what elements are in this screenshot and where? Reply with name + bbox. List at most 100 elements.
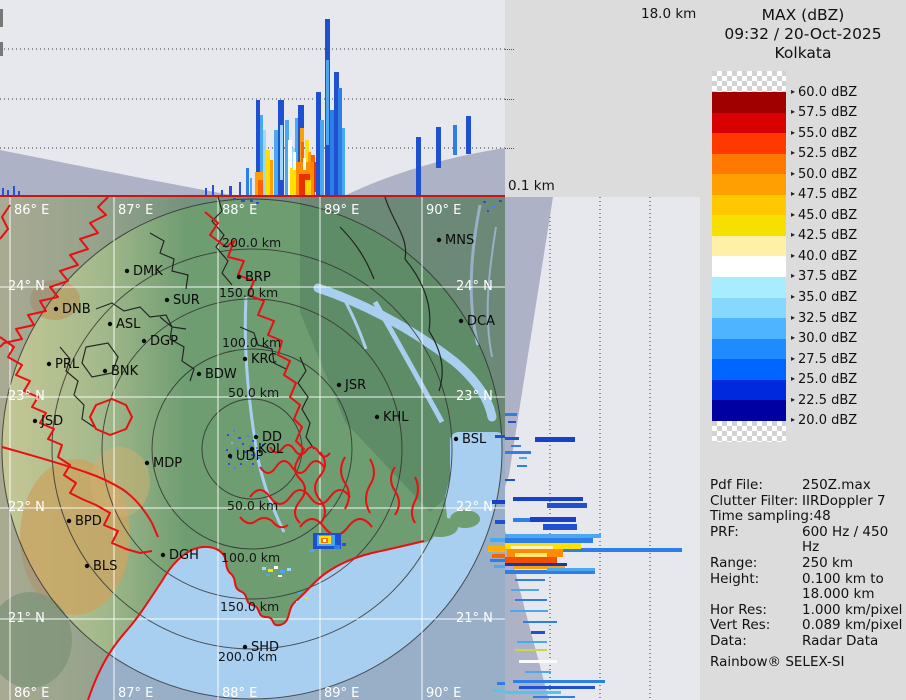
- legend-threshold-label: ▸ 50.0 dBZ: [791, 166, 858, 182]
- gridline-tick: [505, 99, 514, 100]
- echo-bar: [505, 557, 557, 563]
- station-label: DMK: [133, 264, 163, 279]
- axis-tick-mark: [0, 42, 3, 56]
- dbz-color-scale: ▸ 60.0 dBZ ▸ 57.5 dBZ ▸ 55.0 dBZ ▸ 52.5 dBZ ▸ 50.…: [712, 71, 906, 449]
- info-label: Range:: [710, 554, 758, 571]
- echo-bar: [342, 128, 345, 197]
- station-label: JSR: [344, 378, 366, 393]
- graticule-label: 88° E: [222, 203, 257, 218]
- tick-arrow-icon: ▸: [791, 292, 796, 301]
- height-axis-max-label: 18.0 km: [641, 6, 697, 22]
- info-value: 0.100 km to: [802, 570, 884, 587]
- info-row: Range: 250 km: [710, 554, 906, 572]
- station-dot: [436, 237, 442, 243]
- echo-bar: [517, 641, 547, 643]
- station-dot: [32, 418, 38, 424]
- graticule-label: 86° E: [14, 203, 49, 218]
- echo-bar: [505, 538, 593, 543]
- station-label: PRL: [55, 357, 80, 372]
- graticule-label: 87° E: [118, 686, 153, 700]
- station-dot: [458, 318, 464, 324]
- echo-pixel: [298, 592, 301, 594]
- echo-bar: [505, 534, 601, 538]
- legend-threshold-label: ▸ 22.5 dBZ: [791, 392, 858, 408]
- legend-color-swatch: [712, 256, 786, 277]
- echo-bar: [519, 686, 595, 689]
- station-dot: [236, 274, 242, 280]
- legend-color-swatch: [712, 153, 786, 175]
- tick-arrow-icon: ▸: [791, 271, 796, 281]
- echo-pixel: [252, 440, 254, 442]
- echo-bar: [266, 150, 270, 197]
- legend-threshold-label: ▸ 45.0 dBZ: [791, 207, 858, 223]
- station-dot: [227, 453, 233, 459]
- echo-bar: [511, 445, 521, 447]
- radar-application-window: { "header": {"product": "MAX (dBZ)", "da…: [0, 0, 906, 700]
- info-label: PRF:: [710, 523, 739, 540]
- echo-pixel: [494, 565, 505, 568]
- graticule-label: 24° N: [456, 279, 493, 294]
- echo-pixel: [280, 570, 285, 573]
- graticule-label: 89° E: [324, 203, 359, 218]
- info-row: Vert Res: 0.089 km/pixel: [710, 618, 906, 634]
- legend-threshold-label: ▸ 25.0 dBZ: [791, 372, 858, 388]
- station-label: DCA: [467, 314, 495, 329]
- echo-bar: [293, 152, 296, 170]
- tick-arrow-icon: ▸: [791, 353, 796, 363]
- legend-threshold-label: ▸ 40.0 dBZ: [791, 248, 858, 264]
- echo-pixel: [490, 538, 505, 542]
- echo-bar: [505, 451, 531, 454]
- echo-bar: [513, 680, 605, 683]
- range-ring-label: 100.0 km: [221, 550, 280, 565]
- station-dot: [242, 644, 248, 650]
- legend-threshold-label: ▸ 42.5 dBZ: [791, 228, 858, 244]
- tick-arrow-icon: ▸: [791, 107, 796, 117]
- echo-pixel: [487, 210, 489, 212]
- legend-threshold-label: ▸ 55.0 dBZ: [791, 125, 858, 141]
- echo-pixel: [495, 520, 505, 524]
- legend-color-swatch: [712, 318, 786, 339]
- legend-threshold-label: ▸ 52.5 dBZ: [791, 146, 858, 162]
- echo-bar: [258, 180, 263, 197]
- tick-arrow-icon: ▸: [791, 394, 796, 404]
- info-value: Radar Data: [802, 632, 879, 649]
- echo-bar: [416, 137, 421, 197]
- graticule-label: 87° E: [118, 203, 153, 218]
- station-label: UDP: [236, 449, 264, 464]
- echo-bar: [530, 517, 576, 522]
- station-dot: [102, 368, 108, 374]
- echo-pixel: [233, 430, 235, 432]
- echo-bar: [274, 130, 278, 197]
- echo-bar: [535, 437, 575, 442]
- radar-map-panel[interactable]: 50.0 km 100.0 km 150.0 km 200.0 km 50.0 km 10…: [0, 197, 505, 700]
- echo-pixel: [227, 434, 229, 436]
- legend-threshold-label: ▸ 37.5 dBZ: [791, 269, 858, 285]
- echo-pixel: [497, 682, 505, 685]
- echo-bar: [303, 158, 306, 170]
- station-dot: [66, 518, 72, 524]
- echo-pixel: [234, 467, 236, 469]
- legend-color-swatch: [712, 112, 786, 134]
- info-label: Clutter Filter:: [710, 492, 799, 509]
- echo-pixel: [266, 574, 270, 576]
- product-info-table: Pdf File: 250Z.max Clutter Filter: IIRDoppl…: [710, 477, 906, 650]
- echo-bar: [505, 563, 567, 566]
- legend-color-swatch: [712, 194, 786, 216]
- echo-pixel: [493, 689, 505, 692]
- legend-threshold-label: ▸ 30.0 dBZ: [791, 331, 858, 347]
- station-label: BNK: [111, 364, 139, 379]
- station-label: SHD: [251, 640, 279, 655]
- legend-threshold-label: ▸ 32.5 dBZ: [791, 310, 858, 326]
- graticule-label: 86° E: [14, 686, 49, 700]
- echo-pixel: [287, 568, 291, 571]
- tick-arrow-icon: ▸: [791, 209, 796, 219]
- echo-bar: [505, 437, 519, 440]
- tick-arrow-icon: ▸: [791, 250, 796, 260]
- radar-map[interactable]: 50.0 km 100.0 km 150.0 km 200.0 km 50.0 km 10…: [0, 197, 505, 700]
- gridline-tick: [505, 148, 514, 149]
- range-ring-label: 200.0 km: [222, 235, 281, 250]
- echo-pixel: [492, 205, 495, 207]
- legend-overflow-swatch: [712, 71, 786, 92]
- echo-bar: [505, 479, 515, 481]
- echo-bar: [523, 621, 557, 623]
